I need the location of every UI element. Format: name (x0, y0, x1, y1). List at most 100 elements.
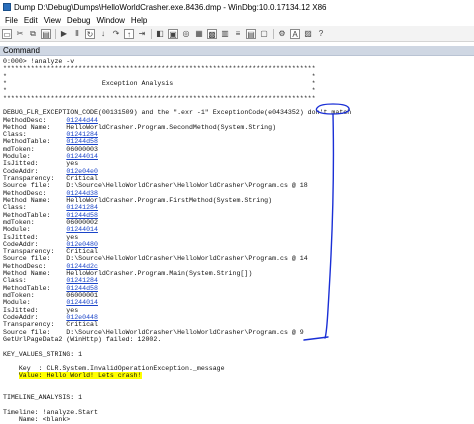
output-text: Source file: D:\Source\HelloWorldCrasher… (3, 255, 308, 263)
output-text: CodeAddr: (3, 313, 67, 321)
windbg-app-icon (3, 3, 11, 11)
output-text: Transparency: Critical (3, 175, 98, 182)
output-line: MethodDesc: 01244d2c (3, 263, 471, 270)
menu-view[interactable]: View (44, 16, 61, 25)
font-icon[interactable]: A (290, 28, 300, 39)
output-line: Name: <blank> (3, 416, 471, 423)
menu-file[interactable]: File (5, 16, 18, 25)
call-stack-icon[interactable]: ≡ (233, 29, 243, 39)
output-line: KEY_VALUES_STRING: 1 (3, 351, 471, 358)
scratch-pad-icon[interactable]: ▢ (259, 29, 269, 39)
output-line: mdToken: 06000001 (3, 292, 471, 299)
output-text: Source file: D:\Source\HelloWorldCrasher… (3, 328, 304, 336)
output-text: Key : CLR.System.InvalidOperationExcepti… (3, 365, 225, 373)
open-icon[interactable]: ▭ (2, 28, 12, 39)
output-line: MethodTable: 01244d58 (3, 212, 471, 219)
toolbar: ▭ ✂ ⧉ ▤ ▶ Ⅱ ↻ ↓ ↷ ↑ ⇥ ◧ ▣ ◎ ▦ ▩ ▥ ≡ ▤ ▢ ⚙ A ▨? (0, 26, 474, 42)
go-icon[interactable]: ▶ (59, 29, 69, 39)
break-icon[interactable]: Ⅱ (72, 29, 82, 39)
dml-link[interactable]: 012e04e0 (66, 168, 98, 175)
dml-link[interactable]: 01244d58 (66, 138, 98, 145)
output-text: Name: <blank> (3, 416, 71, 424)
disassembly-icon[interactable]: ▤ (246, 28, 256, 39)
output-line: MethodTable: 01244d58 (3, 138, 471, 145)
options-icon[interactable]: ▨ (303, 29, 313, 39)
output-line: ****************************************… (3, 95, 471, 102)
dml-link[interactable]: 01244d2c (66, 263, 98, 270)
memory-icon[interactable]: ▥ (220, 29, 230, 39)
window-title: Dump D:\Debug\Dumps\HelloWorldCrasher.ex… (14, 2, 327, 12)
dml-link[interactable]: 01244d58 (66, 212, 98, 219)
step-icon[interactable]: ↓ (98, 29, 108, 39)
output-line: MethodDesc: 01244d38 (3, 190, 471, 197)
output-text: Class: (3, 204, 67, 212)
output-text: * * (3, 87, 316, 95)
watch-icon[interactable]: ◎ (181, 29, 191, 39)
output-text: Module: (3, 299, 67, 307)
menu-edit[interactable]: Edit (24, 16, 38, 25)
title-bar: Dump D:\Debug\Dumps\HelloWorldCrasher.ex… (0, 0, 474, 14)
output-text: MethodTable: (3, 138, 67, 146)
step-over-icon[interactable]: ↷ (111, 29, 121, 39)
output-line: CodeAddr: 012e0448 (3, 314, 471, 321)
output-text: Transparency: Critical (3, 321, 98, 329)
dml-link[interactable]: 01244d58 (66, 285, 98, 292)
menu-debug[interactable]: Debug (67, 16, 91, 25)
output-line: MethodTable: 01244d58 (3, 285, 471, 292)
command-output[interactable]: 0:000> !analyze -v **********************… (3, 58, 471, 424)
dml-link[interactable]: 01241284 (66, 277, 98, 284)
locals-icon[interactable]: ▦ (194, 29, 204, 39)
output-line: * * (3, 87, 471, 94)
output-line: Transparency: Critical (3, 175, 471, 182)
output-text: TIMELINE_ANALYSIS: 1 (3, 394, 83, 402)
run-to-cursor-icon[interactable]: ⇥ (137, 29, 147, 39)
dml-link[interactable]: 01244d44 (66, 117, 98, 124)
step-out-icon[interactable]: ↑ (124, 28, 134, 39)
output-text: MethodDesc: (3, 262, 67, 270)
output-text: mdToken: 06000003 (3, 145, 98, 153)
menu-bar: File Edit View Debug Window Help (0, 14, 474, 26)
cut-icon[interactable]: ✂ (15, 29, 25, 39)
output-line: Module: 01244014 (3, 299, 471, 306)
paste-icon[interactable]: ▤ (41, 28, 51, 39)
output-text: mdToken: 06000001 (3, 292, 98, 299)
restart-icon[interactable]: ↻ (85, 28, 95, 39)
highlighted-value: Value: Hello World! Lets crash! (18, 372, 142, 380)
dml-link[interactable]: 01244014 (66, 299, 98, 306)
output-text: Class: (3, 277, 67, 285)
dml-link[interactable]: 01244d38 (66, 190, 98, 197)
dml-link[interactable]: 012e0480 (66, 241, 98, 248)
output-text: Method Name: HelloWorldCrasher.Program.S… (3, 123, 277, 131)
output-text: Source file: D:\Source\HelloWorldCrasher… (3, 182, 308, 190)
output-line: Timeline: !analyze.Start (3, 409, 471, 416)
dml-link[interactable]: 01244014 (66, 226, 98, 233)
output-text: mdToken: 06000002 (3, 218, 98, 226)
output-text: IsJitted: yes (3, 306, 79, 314)
output-text: MethodDesc: (3, 189, 67, 197)
output-line: Class: 01241284 (3, 204, 471, 211)
output-text: KEY_VALUES_STRING: 1 (3, 350, 83, 358)
output-line: mdToken: 06000002 (3, 219, 471, 226)
output-line: IsJitted: yes (3, 160, 471, 167)
menu-window[interactable]: Window (96, 16, 124, 25)
dml-link[interactable]: 01241284 (66, 131, 98, 138)
output-line: Module: 01244014 (3, 153, 471, 160)
output-text: ****************************************… (3, 94, 316, 102)
output-line: * * (3, 73, 471, 80)
output-line: MethodDesc: 01244d44 (3, 117, 471, 124)
command-window-icon[interactable]: ▣ (168, 28, 178, 39)
dml-link[interactable]: 012e0448 (66, 314, 98, 321)
menu-help[interactable]: Help (131, 16, 147, 25)
dml-link[interactable]: 01241284 (66, 204, 98, 211)
output-text: MethodTable: (3, 284, 67, 292)
processes-icon[interactable]: ⚙ (277, 29, 287, 39)
source-mode-icon[interactable]: ◧ (155, 29, 165, 39)
dml-link[interactable]: 01244014 (66, 153, 98, 160)
registers-icon[interactable]: ▩ (207, 28, 217, 39)
copy-icon[interactable]: ⧉ (28, 29, 38, 39)
help-icon[interactable]: ? (316, 29, 326, 39)
output-line: Method Name: HelloWorldCrasher.Program.S… (3, 124, 471, 131)
